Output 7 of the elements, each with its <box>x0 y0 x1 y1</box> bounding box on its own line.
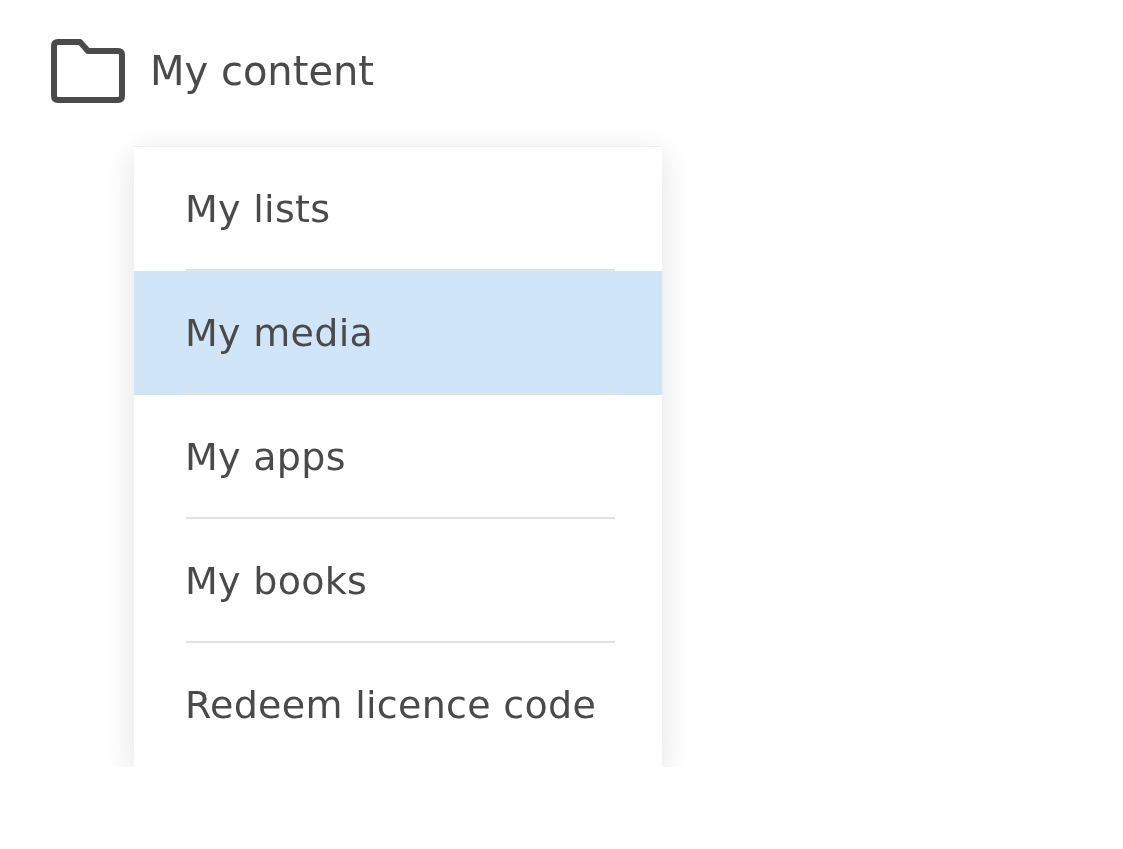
menu-title[interactable]: My content <box>150 48 375 94</box>
folder-icon[interactable] <box>50 38 126 104</box>
menu-item[interactable]: My books <box>134 519 662 643</box>
menu-item[interactable]: Redeem licence code <box>134 643 662 767</box>
menu-item[interactable]: My lists <box>134 147 662 271</box>
menu-item[interactable]: My media <box>134 271 662 395</box>
menu-item[interactable]: My apps <box>134 395 662 519</box>
